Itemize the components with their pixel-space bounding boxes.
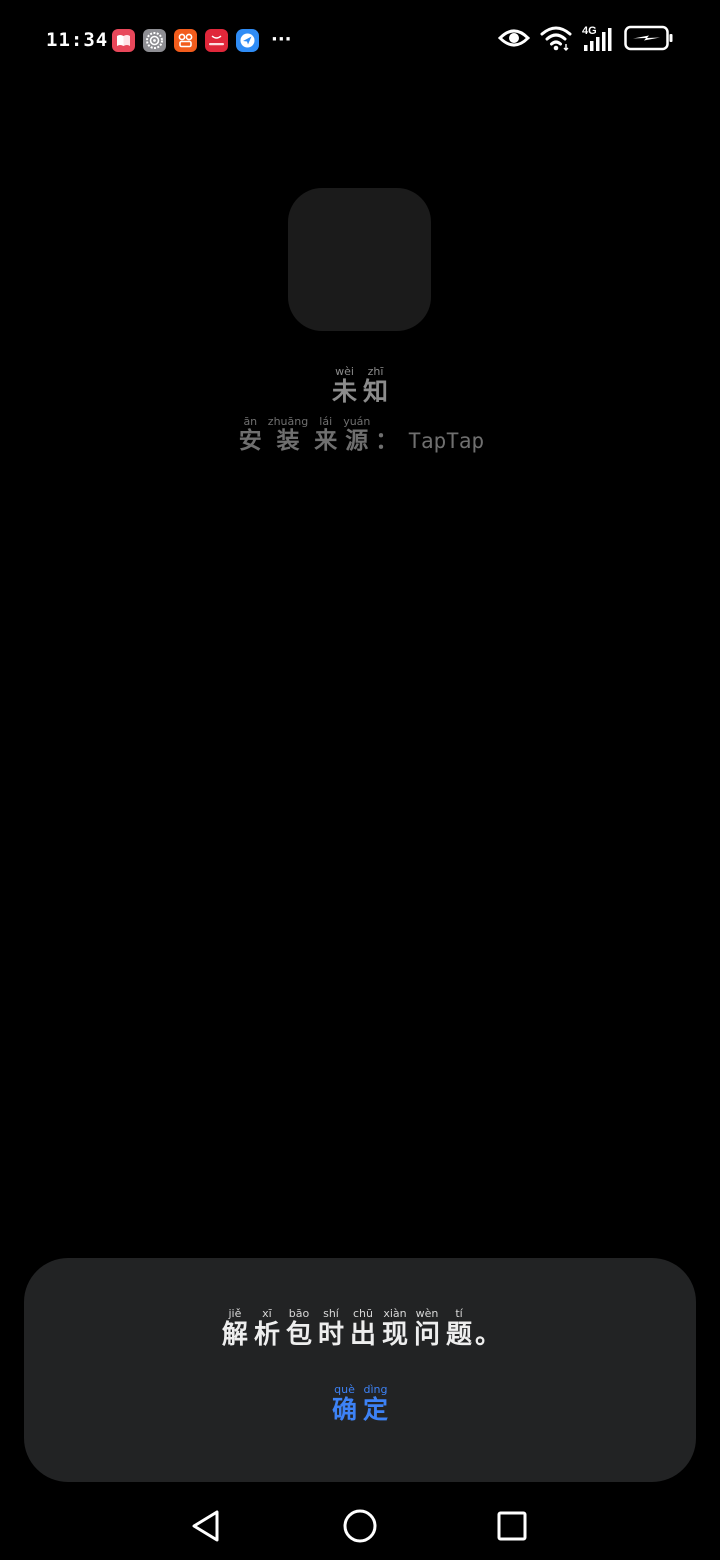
eye-comfort-icon: [497, 27, 531, 53]
pinyin-annotation: bāo: [285, 1307, 312, 1320]
pinyin-annotation: jiě: [221, 1307, 248, 1320]
status-bar: 11:34 ··· 4G: [0, 0, 720, 80]
huawei-appgallery-icon: [205, 28, 228, 52]
source-separator: ：: [375, 428, 399, 454]
pinyin-annotation: què: [331, 1383, 357, 1396]
message-char: 包bāo: [285, 1307, 312, 1350]
source-label-char: 安ān: [238, 415, 262, 454]
pinyin-annotation: dìng: [363, 1383, 388, 1396]
message-char: 现xiàn: [382, 1307, 409, 1350]
pinyin-annotation: lái: [314, 415, 338, 428]
message-char: 析xī: [253, 1307, 280, 1350]
pinyin-annotation: zhuāng: [267, 415, 309, 428]
confirm-char: 确què: [331, 1383, 357, 1424]
message-char: 问wèn: [414, 1307, 441, 1350]
system-icons: 4G: [497, 25, 674, 55]
home-circle-icon: [343, 1509, 377, 1543]
app-name-char: 未wèi: [331, 365, 357, 406]
pinyin-annotation: yuán: [343, 415, 371, 428]
source-value: TapTap: [408, 429, 485, 453]
navigation-bar: [0, 1490, 720, 1560]
confirm-char: 定dìng: [363, 1383, 389, 1424]
pinyin-annotation: xiàn: [382, 1307, 408, 1320]
orange-app-icon: [174, 28, 197, 52]
back-triangle-icon: [192, 1510, 219, 1542]
message-char: 出chū: [349, 1307, 376, 1350]
recents-square-icon: [497, 1511, 527, 1541]
pinyin-annotation: ān: [238, 415, 262, 428]
message-end-punctuation: 。: [475, 1320, 502, 1350]
pinyin-annotation: wèi: [331, 365, 357, 378]
error-dialog: 解jiě析xī包bāo时shí出chū现xiàn问wèn题tí。 确què定dì…: [24, 1258, 696, 1482]
app-name-char: 知zhī: [363, 365, 389, 406]
source-label-char: 装zhuāng: [267, 415, 309, 454]
cellular-4g-icon: 4G: [582, 25, 614, 53]
notification-icons: ···: [112, 28, 292, 52]
battery-charging-icon: [624, 25, 674, 55]
app-name: 未wèi知zhī: [0, 365, 720, 408]
message-char: 解jiě: [221, 1307, 248, 1350]
pinyin-annotation: shí: [317, 1307, 344, 1320]
dialog-message: 解jiě析xī包bāo时shí出chū现xiàn问wèn题tí。: [24, 1307, 696, 1351]
back-button[interactable]: [182, 1502, 230, 1550]
install-source: 安ān装zhuāng来lái源yuán： TapTap: [0, 415, 720, 455]
more-notifications-icon: ···: [271, 29, 292, 50]
recents-button[interactable]: [488, 1502, 536, 1550]
settings-app-icon: [143, 28, 166, 52]
pinyin-annotation: xī: [253, 1307, 280, 1320]
source-label-char: 来lái: [314, 415, 338, 454]
message-char: 题tí: [446, 1307, 473, 1350]
pinyin-annotation: tí: [446, 1307, 473, 1320]
home-button[interactable]: [336, 1502, 384, 1550]
pinyin-annotation: chū: [349, 1307, 376, 1320]
status-time: 11:34: [46, 29, 109, 51]
app-icon-placeholder: [288, 188, 431, 331]
source-label-char: 源yuán: [343, 415, 371, 454]
wifi-icon: [540, 25, 572, 55]
pinyin-annotation: zhī: [363, 365, 388, 378]
pinyin-annotation: wèn: [414, 1307, 441, 1320]
red-book-app-icon: [112, 28, 135, 52]
blue-browser-icon: [236, 28, 259, 52]
message-char: 时shí: [317, 1307, 344, 1350]
confirm-button[interactable]: 确què定dìng: [290, 1383, 430, 1446]
